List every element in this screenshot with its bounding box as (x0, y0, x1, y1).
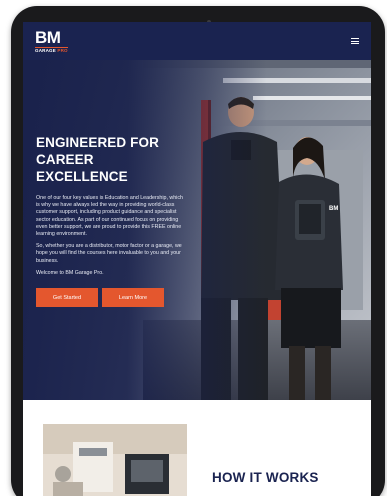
hamburger-menu-icon[interactable] (351, 38, 359, 44)
how-it-works-title: HOW IT WORKS (212, 470, 319, 485)
logo-sub-text: GARAGE (35, 47, 56, 53)
hero-paragraph-audience: So, whether you are a distributor, motor… (36, 243, 182, 264)
logo-sub-accent: PRO (57, 47, 68, 53)
hero-buttons: Get Started Learn More (36, 288, 188, 308)
hero-paragraph-values: One of our four key values is Education … (36, 195, 183, 238)
hero-title: ENGINEERED FOR CAREER EXCELLENCE (36, 134, 188, 185)
hero-title-line2: CAREER EXCELLENCE (36, 152, 128, 184)
top-navbar: BM GARAGE PRO (23, 22, 371, 60)
hero-content: ENGINEERED FOR CAREER EXCELLENCE One of … (36, 134, 188, 308)
get-started-button[interactable]: Get Started (36, 288, 98, 308)
tools-photo (43, 424, 187, 496)
logo-subtitle: GARAGE PRO (35, 46, 68, 54)
how-it-works-section: HOW IT WORKS (23, 400, 371, 496)
logo-mark: BM (35, 27, 61, 47)
hero-paragraph-welcome: Welcome to BM Garage Pro. (36, 269, 104, 276)
hero-title-line1: ENGINEERED FOR (36, 135, 159, 150)
hero-section: BM ENGINEERED FOR CAREER EXCELLENCE One … (23, 60, 371, 400)
tablet-screen: BM GARAGE PRO ENGINEERED FOR CAREER EXCE… (23, 22, 371, 496)
learn-more-button[interactable]: Learn More (102, 288, 164, 308)
brand-logo[interactable]: BM GARAGE PRO (35, 29, 68, 54)
